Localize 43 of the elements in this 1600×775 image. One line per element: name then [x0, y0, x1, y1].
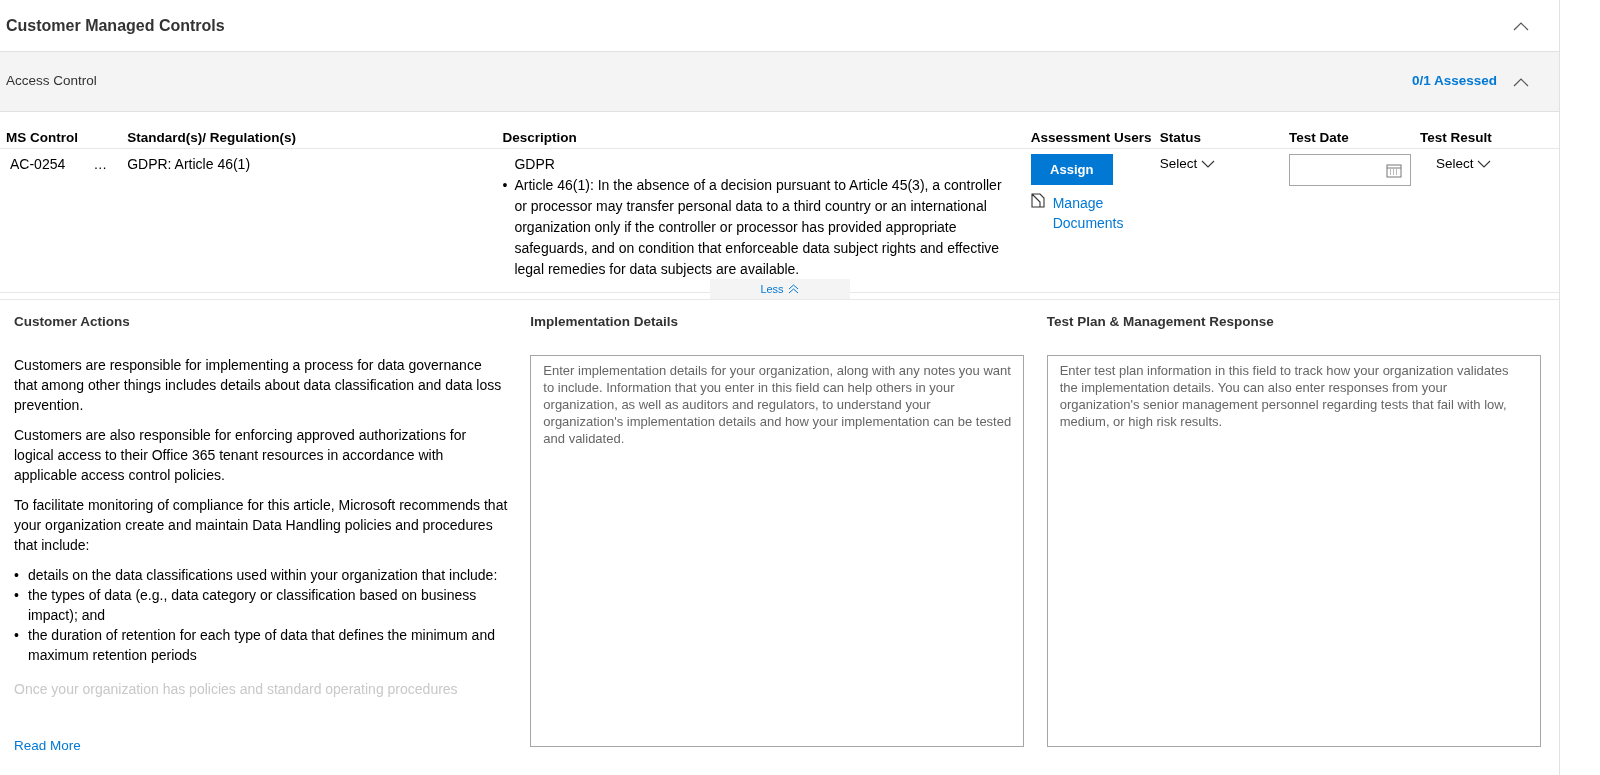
- assign-button[interactable]: Assign: [1030, 154, 1113, 186]
- chevron-down-icon: [1477, 160, 1492, 169]
- more-button[interactable]: …: [93, 155, 107, 176]
- pane-title: Test Plan & Management Response: [1046, 313, 1275, 332]
- section-title: Customer Managed Controls: [6, 15, 225, 36]
- column-header: Status: [1159, 129, 1203, 147]
- less-toggle[interactable]: Less: [709, 279, 850, 300]
- bullet: •: [14, 565, 20, 585]
- assessed-count: 0/1 Assessed: [1411, 72, 1497, 91]
- implementation-field[interactable]: Enter implementation details for your organization, along with any notes you want to include. Information that you enter in this field can help others in your organization, as well as auditors and regulators, to understand your organization's implementation details and how your implementation can be tested and validated.: [530, 354, 1025, 747]
- chevron-down-icon: [1201, 160, 1216, 169]
- date-field[interactable]: [1288, 154, 1411, 187]
- bullet: •: [14, 585, 20, 605]
- paragraph: To facilitate monitoring of compliance for this article, Microsoft recommends that your organization create and maintain Data Handling policies and procedures that include:: [14, 495, 509, 555]
- bullet: •: [502, 176, 509, 196]
- column-header: Assessment Users: [1030, 129, 1153, 147]
- status-dropdown[interactable]: Select: [1159, 154, 1216, 175]
- group-title: Access Control: [6, 72, 97, 91]
- column-header: Test Date: [1288, 129, 1350, 147]
- manage-documents-link[interactable]: Manage Documents: [1052, 193, 1133, 234]
- calendar-icon[interactable]: [1385, 162, 1402, 178]
- column-header: Test Result: [1420, 129, 1493, 147]
- pane-title: Customer Actions: [14, 313, 131, 332]
- result-dropdown[interactable]: Select: [1435, 154, 1492, 175]
- table-cell: AC-0254: [10, 156, 66, 173]
- column-header: MS Control: [6, 129, 79, 147]
- bullet: •: [14, 625, 20, 645]
- column-header: Description: [502, 129, 578, 147]
- description-text: Article 46(1): In the absence of a decision pursuant to Article 45(3), a controller or processor may transfer personal data to a third country or an international organization only if the controller or processor has provided appropriate safeguards, and on condition that enforceable data subject rights and effective legal remedies for data subjects are available.: [514, 176, 1003, 280]
- chevron-up-icon[interactable]: [1513, 76, 1529, 87]
- paragraph: Customers are also responsible for enforcing approved authorizations for logical access to their Office 365 tenant resources in accordance with applicable access control policies.: [14, 425, 468, 485]
- test-plan-field[interactable]: Enter test plan information in this field to track how your organization validates the implementation details. You can also enter responses from your organization's senior management personnel regarding tests that fail with low, medium, or high risk results.: [1046, 354, 1541, 747]
- column-header: Standard(s)/ Regulation(s): [127, 129, 297, 147]
- read-more-link[interactable]: Read More: [14, 737, 81, 753]
- table-cell: GDPR: Article 46(1): [127, 156, 251, 173]
- chevron-up-icon[interactable]: [1513, 20, 1529, 31]
- double-chevron-up-icon: [787, 284, 799, 295]
- pane-title: Implementation Details: [530, 313, 680, 332]
- list-item: details on the data classifications used within your organization that include:: [28, 565, 498, 585]
- list-item: the duration of retention for each type of data that defines the minimum and maximum retention periods: [28, 625, 496, 665]
- paragraph: Customers are responsible for implementing a process for data governance that among other things includes details about data classification and data loss prevention.: [14, 355, 503, 415]
- description-title: GDPR: [514, 155, 556, 175]
- document-icon: [1030, 193, 1045, 209]
